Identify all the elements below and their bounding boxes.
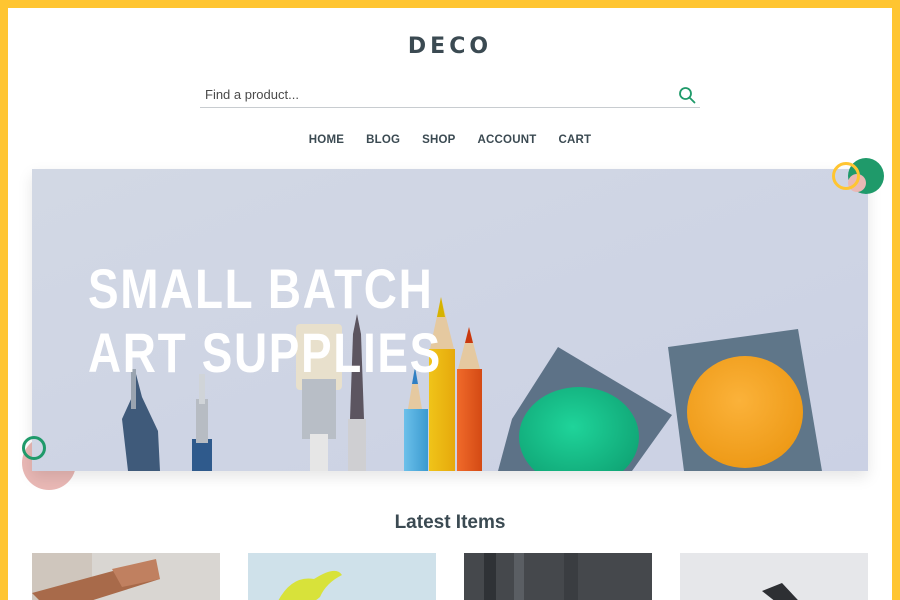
product-card[interactable] <box>680 553 868 600</box>
nav-account[interactable]: ACCOUNT <box>478 134 537 146</box>
latest-items-heading: Latest Items <box>394 512 506 533</box>
latest-items-grid <box>32 553 868 600</box>
hero-title-line-1: SMALL BATCH <box>88 257 434 320</box>
product-image <box>464 553 652 600</box>
decor-yellow-ring <box>832 162 860 190</box>
hero-title-line-2: ART SUPPLIES <box>88 321 442 384</box>
hero-banner[interactable]: SMALL BATCH ART SUPPLIES <box>32 169 868 471</box>
search-icon[interactable] <box>674 83 700 107</box>
nav-home[interactable]: HOME <box>309 134 344 146</box>
decor-green-ring <box>22 436 46 460</box>
product-card[interactable] <box>248 553 436 600</box>
main-nav: HOME BLOG SHOP ACCOUNT CART <box>8 134 892 146</box>
search-bar <box>200 82 700 108</box>
product-image <box>680 553 868 600</box>
product-image <box>248 553 436 600</box>
product-card[interactable] <box>32 553 220 600</box>
search-input[interactable] <box>200 82 674 107</box>
nav-cart[interactable]: CART <box>558 134 591 146</box>
product-image <box>32 553 220 600</box>
page: DECO HOME BLOG SHOP ACCOUNT CART <box>8 8 892 600</box>
site-logo[interactable]: DECO <box>8 34 892 59</box>
hero-title: SMALL BATCH ART SUPPLIES <box>88 257 442 385</box>
nav-shop[interactable]: SHOP <box>422 134 455 146</box>
product-card[interactable] <box>464 553 652 600</box>
nav-blog[interactable]: BLOG <box>366 134 400 146</box>
